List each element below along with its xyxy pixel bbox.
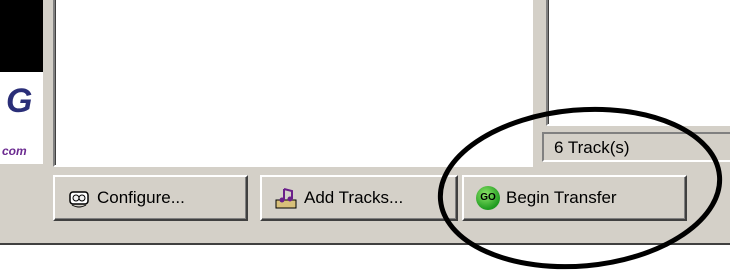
begin-transfer-label: Begin Transfer (506, 188, 617, 207)
track-list[interactable] (53, 0, 537, 167)
logo-domain-text: com (2, 144, 27, 158)
device-panel[interactable] (546, 0, 730, 126)
logo-mark: G (6, 82, 33, 120)
status-bar-track-count: 6 Track(s) (542, 132, 730, 162)
app-window: G com 6 Track(s) Configure... Add Tracks… (0, 0, 730, 245)
configure-icon (67, 186, 91, 210)
begin-transfer-button[interactable]: GO Begin Transfer (462, 175, 687, 221)
track-count-label: 6 Track(s) (554, 138, 630, 157)
sidebar-dark-panel (0, 0, 43, 72)
configure-label: Configure... (97, 188, 185, 207)
add-tracks-icon (274, 186, 298, 210)
window-bottom-border (0, 243, 730, 245)
go-icon: GO (476, 186, 500, 210)
brand-logo: G com (0, 72, 43, 164)
add-tracks-button[interactable]: Add Tracks... (260, 175, 458, 221)
add-tracks-label: Add Tracks... (304, 188, 404, 207)
configure-button[interactable]: Configure... (53, 175, 248, 221)
